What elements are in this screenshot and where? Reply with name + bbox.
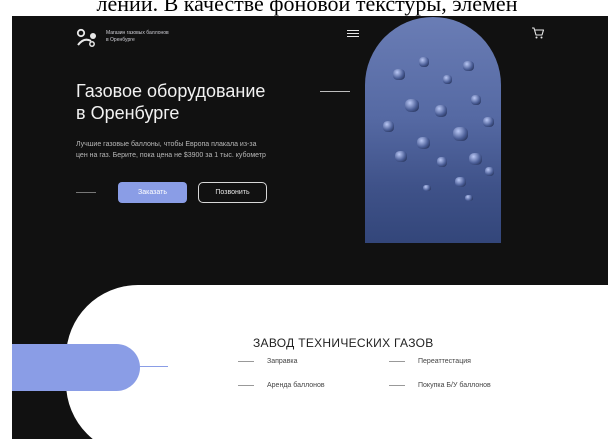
section-title: ЗАВОД ТЕХНИЧЕСКИХ ГАЗОВ bbox=[253, 336, 434, 350]
crystal-shape bbox=[393, 69, 405, 80]
crystal-shape bbox=[419, 57, 429, 67]
crystal-shape bbox=[405, 99, 419, 112]
service-cylinder-rental[interactable]: Аренда баллонов bbox=[238, 382, 325, 389]
service-label: Заправка bbox=[267, 358, 298, 365]
hero-title-line-2: в Оренбурге bbox=[76, 103, 180, 123]
gas-cylinder-logo-icon[interactable] bbox=[76, 28, 98, 48]
hero-title: Газовое оборудование в Оренбурге bbox=[76, 80, 316, 124]
service-label: Переаттестация bbox=[418, 358, 471, 365]
service-dash bbox=[389, 384, 405, 386]
crystal-shape bbox=[395, 151, 407, 162]
service-used-cylinder-purchase[interactable]: Покупка Б/У баллонов bbox=[389, 382, 491, 389]
crystal-shape bbox=[383, 121, 394, 132]
crystal-shape bbox=[443, 75, 452, 84]
crystal-shape bbox=[485, 167, 494, 176]
hero-subtitle-line-1: Лучшие газовые баллоны, чтобы Европа пла… bbox=[76, 141, 257, 148]
crystal-shape bbox=[423, 185, 431, 191]
logo-text[interactable]: Магазин газовых баллонов в Оренбурге bbox=[106, 30, 186, 44]
hamburger-menu-icon[interactable] bbox=[347, 30, 359, 38]
crystal-shape bbox=[435, 105, 447, 117]
crystal-shape bbox=[437, 157, 447, 167]
service-dash bbox=[238, 360, 254, 362]
crystal-shape bbox=[453, 127, 468, 141]
crystal-shape bbox=[469, 153, 482, 165]
service-label: Покупка Б/У баллонов bbox=[418, 382, 491, 389]
crystal-shape bbox=[471, 95, 481, 105]
logo-line-2: в Оренбурге bbox=[106, 37, 135, 43]
order-button[interactable]: Заказать bbox=[118, 182, 187, 203]
crystal-shape bbox=[483, 117, 494, 127]
title-divider bbox=[320, 91, 350, 92]
button-divider bbox=[76, 192, 96, 193]
service-dash bbox=[389, 360, 405, 362]
crystal-shape bbox=[455, 177, 466, 187]
crystal-shape bbox=[463, 61, 474, 71]
hero-subtitle: Лучшие газовые баллоны, чтобы Европа пла… bbox=[76, 139, 316, 161]
service-label: Аренда баллонов bbox=[267, 382, 325, 389]
services-panel bbox=[66, 285, 608, 439]
accent-line bbox=[138, 366, 168, 367]
hero-image-arch bbox=[365, 17, 501, 243]
shopping-cart-icon[interactable] bbox=[531, 26, 545, 40]
accent-block bbox=[12, 344, 140, 391]
service-recertification[interactable]: Переаттестация bbox=[389, 358, 471, 365]
website-screenshot: Магазин газовых баллонов в Оренбурге Газ… bbox=[12, 16, 608, 439]
service-refill[interactable]: Заправка bbox=[238, 358, 298, 365]
crystal-shape bbox=[465, 195, 473, 201]
logo-line-1: Магазин газовых баллонов bbox=[106, 30, 169, 36]
service-dash bbox=[238, 384, 254, 386]
call-button[interactable]: Позвонить bbox=[198, 182, 267, 203]
hero-subtitle-line-2: цен на газ. Берите, пока цена не $3900 з… bbox=[76, 152, 266, 159]
page-caption: лений. В качестве фоновой текстуры, элем… bbox=[96, 0, 518, 16]
crystal-shape bbox=[417, 137, 430, 149]
hero-title-line-1: Газовое оборудование bbox=[76, 81, 266, 101]
